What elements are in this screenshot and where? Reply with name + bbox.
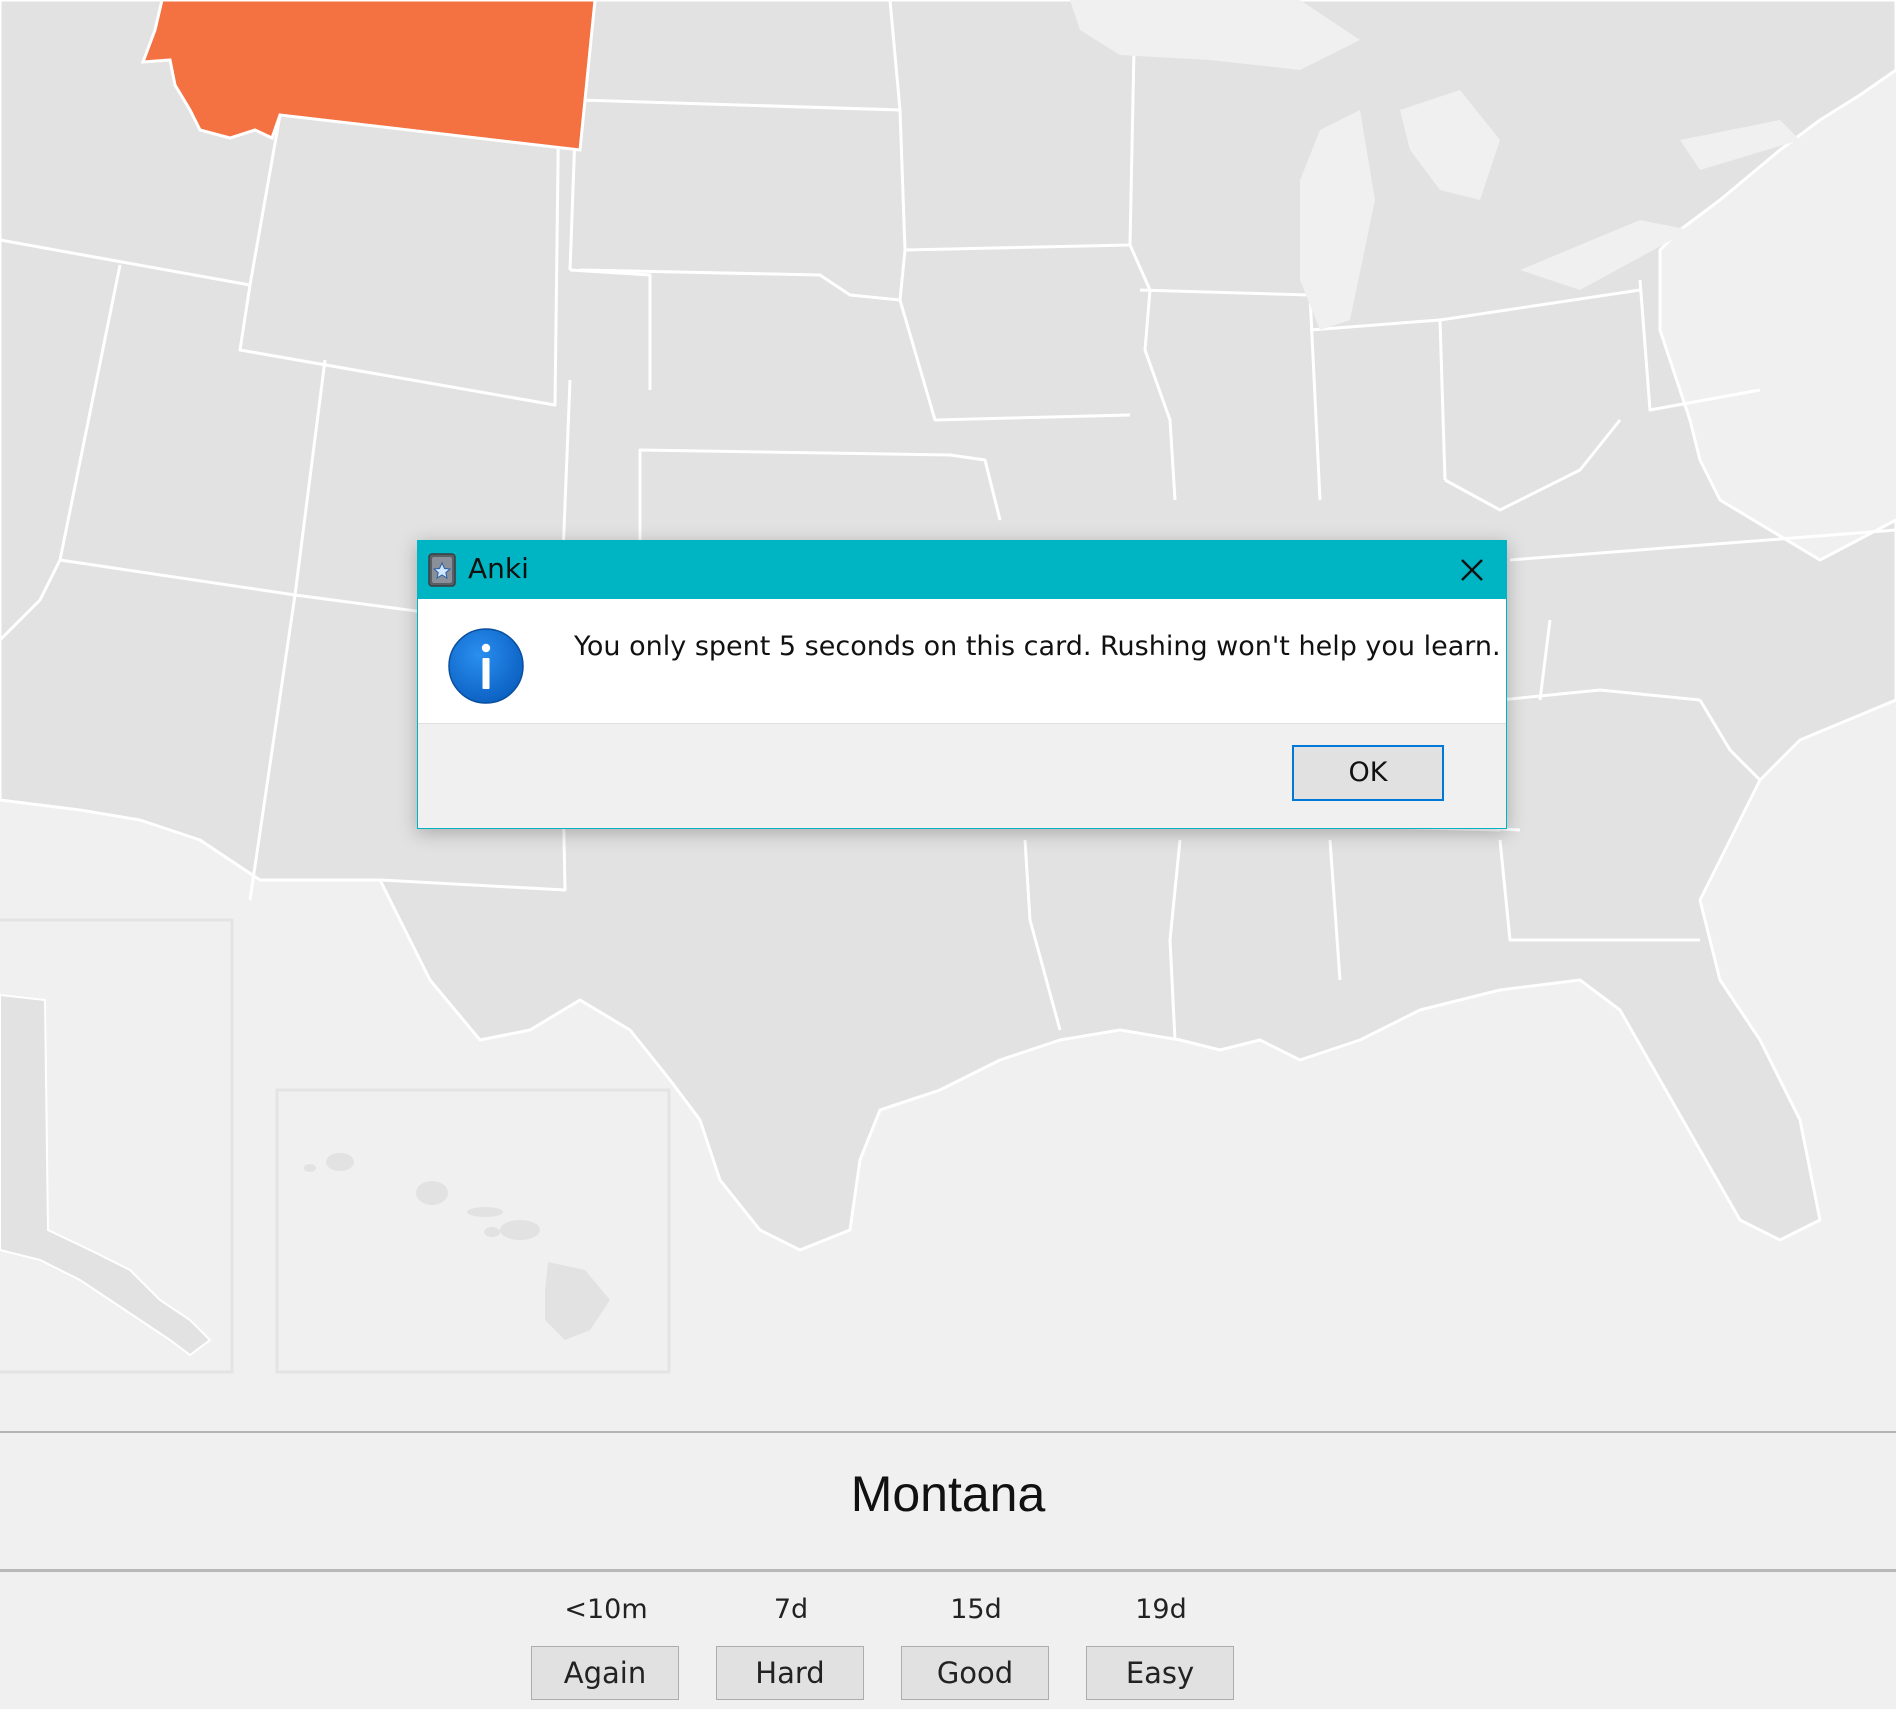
card-answer-area: Montana	[0, 1433, 1896, 1569]
hard-button[interactable]: Hard	[716, 1646, 864, 1700]
card-answer: Montana	[850, 1466, 1046, 1522]
ok-button[interactable]: OK	[1292, 745, 1444, 801]
dialog-titlebar[interactable]: Anki	[418, 541, 1506, 599]
again-interval: <10m	[564, 1594, 648, 1625]
dialog-footer-divider	[418, 723, 1506, 724]
good-interval: 15d	[950, 1594, 1002, 1625]
hawaii-islands	[304, 1153, 610, 1340]
hard-interval: 7d	[773, 1594, 809, 1625]
close-icon	[1461, 559, 1483, 581]
hawaii-inset-frame	[275, 1088, 671, 1374]
easy-interval: 19d	[1135, 1594, 1187, 1625]
alaska-shape	[0, 993, 212, 1357]
easy-button[interactable]: Easy	[1086, 1646, 1234, 1700]
info-dialog: Anki You only spent 5 seconds on this ca…	[417, 540, 1507, 829]
info-icon	[447, 627, 525, 705]
good-button[interactable]: Good	[901, 1646, 1049, 1700]
anki-app-icon	[428, 553, 458, 587]
again-button[interactable]: Again	[531, 1646, 679, 1700]
dialog-message: You only spent 5 seconds on this card. R…	[574, 631, 1501, 662]
close-button[interactable]	[1438, 541, 1506, 599]
dialog-body: You only spent 5 seconds on this card. R…	[418, 599, 1506, 723]
answer-buttons-bar: <10m Again 7d Hard 15d Good 19d Easy	[0, 1572, 1896, 1709]
dialog-title: Anki	[468, 552, 529, 585]
